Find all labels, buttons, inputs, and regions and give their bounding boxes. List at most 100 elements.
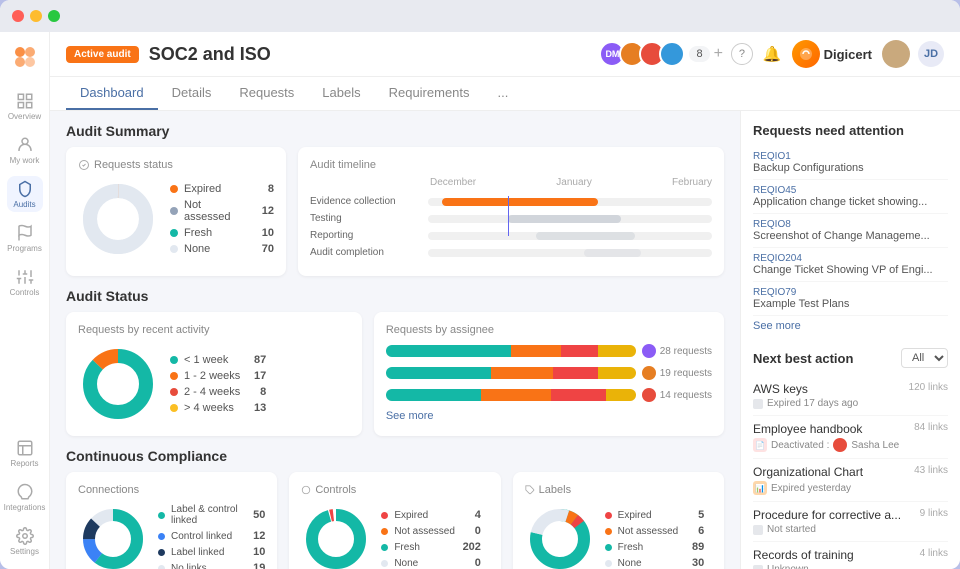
- user-avatar[interactable]: [882, 40, 910, 68]
- action-org-links: 43 links: [914, 465, 948, 479]
- maximize-dot[interactable]: [48, 10, 60, 22]
- add-member-button[interactable]: +: [714, 45, 723, 63]
- action-employee-handbook: Employee handbook 84 links 📄 Deactivated…: [753, 416, 948, 459]
- page-title: SOC2 and ISO: [149, 44, 271, 65]
- action-filter-select[interactable]: All: [901, 348, 948, 368]
- controls-label: Controls: [301, 484, 488, 496]
- action-records-title: Records of training: [753, 548, 854, 562]
- tab-more[interactable]: ...: [484, 77, 523, 110]
- right-sidebar: Requests need attention REQIO1 Backup Co…: [740, 111, 960, 569]
- controls-legend: Expired4 Not assessed0 Fresh202 None0: [381, 509, 481, 569]
- sidebar-item-integrations[interactable]: Integrations: [7, 479, 43, 515]
- connections-legend: Label & control linked50 Control linked1…: [158, 504, 265, 569]
- notification-icon[interactable]: 🔔: [763, 45, 782, 63]
- compliance-row: Connections: [66, 472, 724, 569]
- page-header: Active audit SOC2 and ISO DM 8 + ? 🔔: [50, 32, 960, 77]
- sidebar-item-settings[interactable]: Settings: [7, 523, 43, 559]
- next-action-header: Next best action All: [753, 348, 948, 368]
- labels-label: Labels: [525, 484, 712, 496]
- sidebar-label-programs: Programs: [7, 244, 42, 253]
- recent-title: Requests by recent activity: [78, 324, 350, 336]
- action-org-sub: 📊 Expired yesterday: [753, 481, 948, 495]
- action-procedure-title: Procedure for corrective a...: [753, 508, 901, 522]
- controls-donut: [301, 504, 371, 569]
- audit-summary-title: Audit Summary: [66, 123, 724, 139]
- sasha-avatar: [833, 438, 847, 452]
- controls-card: Controls Expired4: [289, 472, 500, 569]
- assignee-row-3: 14 requests: [386, 388, 712, 402]
- assignee-row-2: 19 requests: [386, 366, 712, 380]
- sidebar-logo[interactable]: [10, 42, 40, 72]
- labels-legend: Expired5 Not assessed6 Fresh89 None30: [605, 509, 705, 569]
- requests-status-card: Requests status: [66, 147, 286, 276]
- brand-name: Digicert: [824, 47, 872, 62]
- active-badge: Active audit: [66, 46, 139, 63]
- sidebar-label-settings: Settings: [10, 547, 39, 556]
- action-aws-title: AWS keys: [753, 382, 808, 396]
- timeline-label: Audit timeline: [310, 159, 712, 171]
- labels-donut: [525, 504, 595, 569]
- nav-tabs: Dashboard Details Requests Labels Requir…: [50, 77, 960, 111]
- recent-pie: [78, 344, 158, 424]
- requests-legend: Expired8 Not assessed12 Fresh10 None70: [170, 183, 274, 255]
- see-more-requests[interactable]: See more: [753, 320, 948, 332]
- assignee-card: Requests by assignee 28 requests: [374, 312, 724, 436]
- recent-legend: < 1 week87 1 - 2 weeks17 2 - 4 weeks8 > …: [170, 354, 266, 414]
- sidebar-label-reports: Reports: [10, 459, 38, 468]
- header-icons: ? 🔔 Digicert: [731, 40, 910, 68]
- labels-card: Labels: [513, 472, 724, 569]
- brand-logo: Digicert: [792, 40, 872, 68]
- brand-circle: [792, 40, 820, 68]
- sidebar-item-audits[interactable]: Audits: [7, 176, 43, 212]
- sidebar-item-reports[interactable]: Reports: [7, 435, 43, 471]
- sidebar-item-programs[interactable]: Programs: [7, 220, 43, 256]
- requests-attention-title: Requests need attention: [753, 123, 948, 138]
- titlebar: [0, 0, 960, 32]
- compliance-title: Continuous Compliance: [66, 448, 724, 464]
- connections-label: Connections: [78, 484, 265, 496]
- action-records: Records of training 4 links Unknown: [753, 542, 948, 569]
- org-icon: 📊: [753, 481, 767, 495]
- req-item-5: REQIO79 Example Test Plans: [753, 282, 948, 316]
- connections-pie: [78, 504, 148, 569]
- sidebar: Overview My work Audits Programs Control…: [0, 32, 50, 569]
- tab-dashboard[interactable]: Dashboard: [66, 77, 158, 110]
- action-aws-keys: AWS keys 120 links Expired 17 days ago: [753, 376, 948, 416]
- timeline-evidence: Evidence collection: [310, 196, 712, 207]
- action-org-chart: Organizational Chart 43 links 📊 Expired …: [753, 459, 948, 502]
- sidebar-item-controls[interactable]: Controls: [7, 264, 43, 300]
- avatar-group: DM 8 +: [599, 41, 722, 67]
- sidebar-label-integrations: Integrations: [4, 503, 46, 512]
- req-item-2: REQIO45 Application change ticket showin…: [753, 180, 948, 214]
- tab-details[interactable]: Details: [158, 77, 226, 110]
- see-more-assignee[interactable]: See more: [386, 410, 712, 422]
- connections-card: Connections: [66, 472, 277, 569]
- tab-labels[interactable]: Labels: [308, 77, 374, 110]
- close-dot[interactable]: [12, 10, 24, 22]
- audit-summary-row: Requests status: [66, 147, 724, 276]
- sidebar-item-overview[interactable]: Overview: [7, 88, 43, 124]
- sidebar-label-overview: Overview: [8, 112, 41, 121]
- assignee-row-1: 28 requests: [386, 344, 712, 358]
- requests-attention-section: Requests need attention REQIO1 Backup Co…: [753, 123, 948, 332]
- action-org-title: Organizational Chart: [753, 465, 863, 479]
- req-item-3: REQIO8 Screenshot of Change Manageme...: [753, 214, 948, 248]
- tab-requirements[interactable]: Requirements: [375, 77, 484, 110]
- next-action-title: Next best action: [753, 351, 853, 366]
- handbook-icon: 📄: [753, 438, 767, 452]
- action-procedure: Procedure for corrective a... 9 links No…: [753, 502, 948, 542]
- app-window: Overview My work Audits Programs Control…: [0, 0, 960, 569]
- sidebar-label-audits: Audits: [13, 200, 35, 209]
- help-icon[interactable]: ?: [731, 43, 753, 65]
- action-records-links: 4 links: [920, 548, 948, 562]
- action-aws-sub: Expired 17 days ago: [753, 398, 948, 409]
- action-handbook-sub: 📄 Deactivated : Sasha Lee: [753, 438, 948, 452]
- tab-requests[interactable]: Requests: [225, 77, 308, 110]
- minimize-dot[interactable]: [30, 10, 42, 22]
- avatar-3: [659, 41, 685, 67]
- sidebar-label-mywork: My work: [10, 156, 40, 165]
- notifications-badge[interactable]: JD: [918, 41, 944, 67]
- sidebar-item-mywork[interactable]: My work: [7, 132, 43, 168]
- requests-status-label: Requests status: [78, 159, 274, 171]
- audit-status-row: Requests by recent activity: [66, 312, 724, 436]
